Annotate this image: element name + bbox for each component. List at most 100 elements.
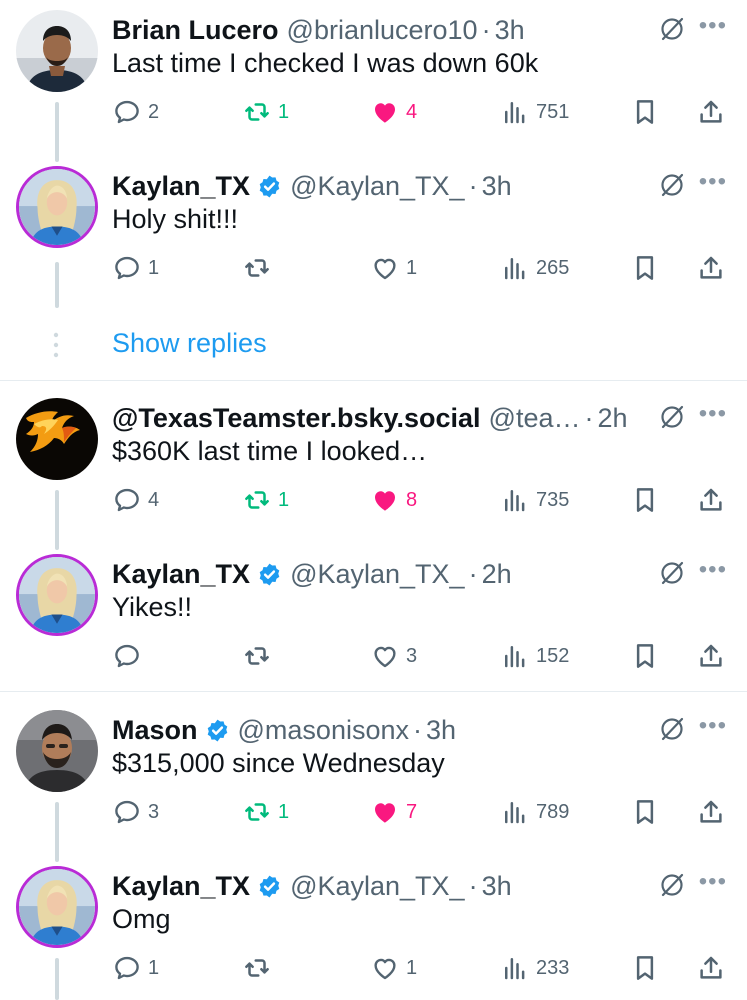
like-button[interactable]: 3	[370, 636, 417, 676]
tweet[interactable]: Kaylan_TX @Kaylan_TX_ · 2h ••• Yikes!! 3 152	[0, 554, 747, 684]
display-name[interactable]: @TexasTeamster.bsky.social	[112, 403, 481, 434]
grok-icon[interactable]	[657, 870, 687, 900]
separator: ·	[413, 714, 422, 745]
show-replies-row[interactable]: Show replies	[0, 320, 747, 370]
grok-icon[interactable]	[657, 714, 687, 744]
reply-icon	[115, 956, 139, 980]
avatar[interactable]	[16, 554, 98, 636]
user-handle[interactable]: @brianlucero10	[287, 15, 478, 46]
reply-button[interactable]: 4	[112, 480, 159, 520]
views-button[interactable]: 265	[500, 248, 569, 288]
user-handle[interactable]: @Kaylan_TX_	[290, 559, 465, 590]
avatar[interactable]	[16, 10, 98, 92]
views-button[interactable]: 789	[500, 792, 569, 832]
share-button[interactable]	[696, 948, 726, 988]
timestamp[interactable]: 2h	[598, 403, 628, 434]
bookmark-icon	[636, 256, 654, 280]
more-options-icon[interactable]: •••	[699, 556, 727, 584]
share-icon	[700, 956, 722, 979]
timestamp[interactable]: 3h	[482, 871, 512, 902]
show-replies-link[interactable]: Show replies	[112, 328, 267, 359]
share-button[interactable]	[696, 480, 726, 520]
share-button[interactable]	[696, 92, 726, 132]
timestamp[interactable]: 3h	[482, 171, 512, 202]
grok-icon[interactable]	[657, 402, 687, 432]
reply-button[interactable]: 3	[112, 792, 159, 832]
avatar[interactable]	[16, 866, 98, 948]
bookmark-button[interactable]	[630, 92, 660, 132]
bookmark-button[interactable]	[630, 948, 660, 988]
timestamp[interactable]: 3h	[426, 715, 456, 746]
tweet[interactable]: Mason @masonisonx · 3h ••• $315,000 since Wed…	[0, 710, 747, 840]
bookmark-button[interactable]	[630, 248, 660, 288]
share-button[interactable]	[696, 792, 726, 832]
divider	[0, 691, 747, 692]
like-button[interactable]: 1	[370, 248, 417, 288]
grok-icon[interactable]	[657, 14, 687, 44]
share-button[interactable]	[696, 248, 726, 288]
grok-icon[interactable]	[657, 558, 687, 588]
tweet-text: $360K last time I looked…	[112, 436, 428, 466]
views-button[interactable]: 751	[500, 92, 569, 132]
tweet-text: Omg	[112, 904, 171, 934]
bookmark-button[interactable]	[630, 636, 660, 676]
avatar[interactable]	[16, 166, 98, 248]
like-button[interactable]: 7	[370, 792, 417, 832]
view-count: 152	[536, 644, 570, 667]
display-name[interactable]: Brian Lucero	[112, 15, 279, 46]
tweet[interactable]: Brian Lucero @brianlucero10 · 3h ••• Last tim…	[0, 10, 747, 140]
views-button[interactable]: 152	[500, 636, 569, 676]
grok-icon[interactable]	[657, 170, 687, 200]
user-handle[interactable]: @Kaylan_TX_	[290, 171, 465, 202]
more-options-icon[interactable]: •••	[699, 400, 727, 428]
reply-icon	[115, 256, 139, 280]
avatar[interactable]	[16, 398, 98, 480]
reply-button[interactable]: 1	[112, 948, 159, 988]
repost-button[interactable]: 1	[242, 792, 289, 832]
share-button[interactable]	[696, 636, 726, 676]
tweet[interactable]: @TexasTeamster.bsky.social @tea… · 2h ••• $36…	[0, 398, 747, 528]
like-button[interactable]: 8	[370, 480, 417, 520]
action-bar: 1 1 233	[112, 948, 732, 988]
tweet-header: Kaylan_TX @Kaylan_TX_ · 3h	[112, 866, 727, 906]
separator: ·	[468, 558, 478, 589]
repost-count: 1	[278, 800, 290, 823]
verified-badge-icon	[259, 175, 280, 197]
repost-button[interactable]: 1	[242, 92, 289, 132]
more-options-icon[interactable]: •••	[699, 168, 727, 196]
repost-button[interactable]	[242, 636, 278, 676]
display-name[interactable]: Kaylan_TX	[112, 171, 250, 202]
more-options-icon[interactable]: •••	[699, 12, 727, 40]
reply-button[interactable]	[112, 636, 148, 676]
display-name[interactable]: Kaylan_TX	[112, 871, 250, 902]
separator: ·	[584, 402, 594, 433]
display-name[interactable]: Kaylan_TX	[112, 559, 250, 590]
bookmark-button[interactable]	[630, 792, 660, 832]
tweet[interactable]: Kaylan_TX @Kaylan_TX_ · 3h ••• Omg 1 1 233	[0, 866, 747, 996]
bookmark-button[interactable]	[630, 480, 660, 520]
views-icon	[505, 802, 525, 824]
repost-count: 1	[278, 100, 290, 123]
user-handle[interactable]: @masonisonx	[238, 715, 409, 746]
views-button[interactable]: 735	[500, 480, 569, 520]
user-handle[interactable]: @tea…	[489, 403, 581, 434]
repost-button[interactable]	[242, 948, 278, 988]
reply-button[interactable]: 1	[112, 248, 159, 288]
display-name[interactable]: Mason	[112, 715, 198, 746]
timestamp[interactable]: 3h	[495, 15, 525, 46]
tweet[interactable]: Kaylan_TX @Kaylan_TX_ · 3h ••• Holy shit!!! 1 1…	[0, 166, 747, 296]
like-button[interactable]: 4	[370, 92, 417, 132]
more-options-icon[interactable]: •••	[699, 868, 727, 896]
more-options-icon[interactable]: •••	[699, 712, 727, 740]
repost-button[interactable]	[242, 248, 278, 288]
reply-button[interactable]: 2	[112, 92, 159, 132]
reply-count: 2	[148, 100, 160, 123]
timestamp[interactable]: 2h	[482, 559, 512, 590]
user-handle[interactable]: @Kaylan_TX_	[290, 871, 465, 902]
action-bar: 4 1 8 735	[112, 480, 732, 520]
like-button[interactable]: 1	[370, 948, 417, 988]
repost-button[interactable]: 1	[242, 480, 289, 520]
avatar[interactable]	[16, 710, 98, 792]
views-button[interactable]: 233	[500, 948, 569, 988]
thread-line	[55, 802, 59, 862]
